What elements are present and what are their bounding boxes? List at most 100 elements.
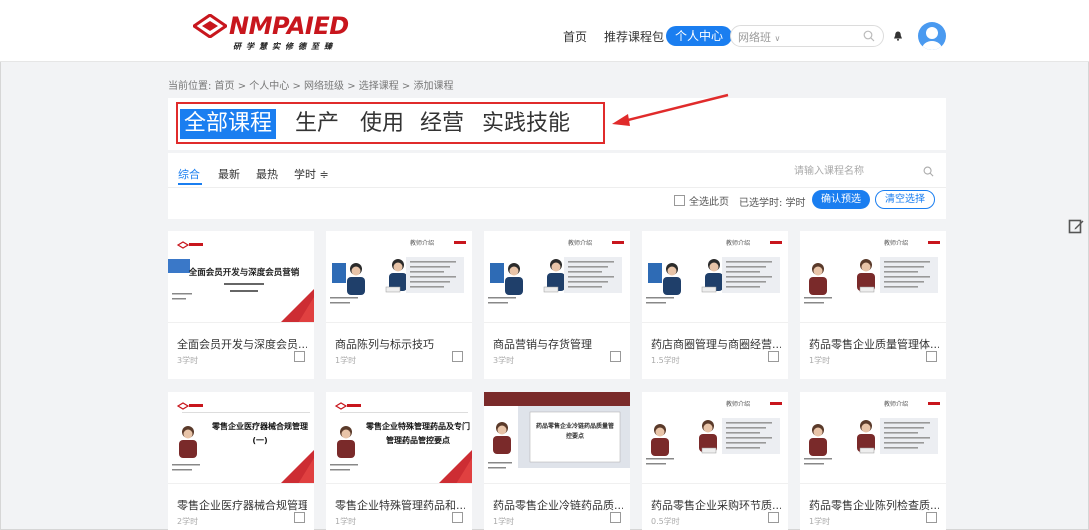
course-thumbnail[interactable]: 教师介绍 [800, 231, 946, 323]
checkbox-box[interactable] [674, 195, 685, 206]
filter-panel: 综合 最新 最热 学时 ≑ 请输入课程名称 全选此页 已选学时: 学时 确认预选… [168, 153, 946, 219]
logo-text: NMPAIED [229, 12, 349, 40]
course-title[interactable]: 药品零售企业采购环节质... [651, 497, 781, 513]
annotation-arrow-icon [612, 93, 729, 126]
category-operation[interactable]: 经营 [420, 109, 464, 139]
course-search-input[interactable]: 请输入课程名称 [780, 161, 940, 183]
course-title[interactable]: 药店商圈管理与商圈经营... [651, 336, 781, 352]
slide-text: 教师介绍 [884, 239, 908, 247]
tab-hours-sort[interactable]: 学时 ≑ [294, 166, 329, 182]
course-hours: 1学时 [335, 517, 357, 526]
slide-text: 教师介绍 [726, 400, 750, 408]
course-title[interactable]: 药品零售企业质量管理体... [809, 336, 939, 352]
course-card[interactable]: 零售企业特殊管理药品及专门管理药品管控要点零售企业特殊管理药品和... 1学时 [326, 392, 472, 530]
course-thumbnail[interactable]: 教师介绍 [642, 231, 788, 323]
course-thumbnail[interactable]: 零售企业特殊管理药品及专门管理药品管控要点 [326, 392, 472, 484]
course-card[interactable]: 教师介绍药品零售企业质量管理体... 1学时 [800, 231, 946, 379]
slide-title: 零售企业医疗器械合规管理 (一) [212, 422, 308, 445]
course-thumbnail[interactable]: 全面会员开发与深度会员营销 [168, 231, 314, 323]
chevron-down-icon: ∨ [774, 34, 781, 43]
course-title[interactable]: 药品零售企业陈列检查质... [809, 497, 939, 513]
select-page-label: 全选此页 [689, 197, 729, 208]
search-scope-value: 网络班 [738, 31, 771, 44]
user-icon [922, 27, 942, 50]
course-hours: 3学时 [493, 356, 515, 365]
course-card[interactable]: 教师介绍药品零售企业陈列检查质... 1学时 [800, 392, 946, 530]
slide-text: 全面会员开发与深度会员营销 [188, 267, 300, 278]
clear-selection-button[interactable]: 清空选择 [875, 190, 935, 209]
course-select-checkbox[interactable] [294, 512, 305, 523]
category-practical-skills[interactable]: 实践技能 [482, 109, 570, 139]
course-title[interactable]: 商品营销与存货管理 [493, 336, 623, 352]
slide-logo-icon [176, 402, 203, 410]
nav-home[interactable]: 首页 [563, 28, 587, 45]
course-hours: 3学时 [177, 356, 199, 365]
course-select-checkbox[interactable] [926, 351, 937, 362]
course-select-checkbox[interactable] [768, 351, 779, 362]
course-card[interactable]: 教师介绍药品零售企业采购环节质... 0.5学时 [642, 392, 788, 530]
site-logo[interactable]: NMPAIED 研学慧实修德至臻 [193, 12, 349, 51]
tab-newest[interactable]: 最新 [218, 166, 240, 182]
course-card[interactable]: 教师介绍商品营销与存货管理 3学时 [484, 231, 630, 379]
slide-text: 教师介绍 [726, 239, 750, 247]
category-use[interactable]: 使用 [360, 109, 404, 139]
course-select-checkbox[interactable] [294, 351, 305, 362]
course-title[interactable]: 零售企业特殊管理药品和... [335, 497, 465, 513]
course-search-placeholder: 请输入课程名称 [794, 166, 864, 177]
course-title[interactable]: 零售企业医疗器械合规管理 [177, 497, 307, 513]
course-thumbnail[interactable]: 教师介绍 [642, 392, 788, 484]
selected-hours-text: 已选学时: 学时 [739, 198, 806, 209]
nav-recommended-packages[interactable]: 推荐课程包 [604, 28, 664, 45]
logo-subtitle: 研学慧实修德至臻 [233, 42, 337, 51]
course-hours: 1学时 [335, 356, 357, 365]
search-icon[interactable] [863, 30, 875, 42]
slide-text: 教师介绍 [568, 239, 592, 247]
course-select-checkbox[interactable] [926, 512, 937, 523]
course-hours: 1学时 [809, 517, 831, 526]
course-hours: 1学时 [493, 517, 515, 526]
slide-logo-icon [176, 241, 203, 249]
tab-hottest[interactable]: 最热 [256, 166, 278, 182]
course-card[interactable]: 药品零售企业冷链药品质量管控要点药品零售企业冷链药品质... 1学时 [484, 392, 630, 530]
confirm-preselect-button[interactable]: 确认预选 [812, 190, 870, 209]
edit-icon[interactable] [1068, 218, 1084, 234]
course-thumbnail[interactable]: 药品零售企业冷链药品质量管控要点 [484, 392, 630, 484]
course-thumbnail[interactable]: 教师介绍 [326, 231, 472, 323]
header-search[interactable]: 网络班 ∨ [730, 25, 884, 47]
search-scope-select[interactable]: 网络班 ∨ [738, 29, 780, 45]
course-select-checkbox[interactable] [610, 351, 621, 362]
slide-text: 教师介绍 [410, 239, 434, 247]
course-select-checkbox[interactable] [768, 512, 779, 523]
course-select-checkbox[interactable] [452, 351, 463, 362]
select-page-checkbox[interactable]: 全选此页 [674, 193, 729, 208]
logo-diamond-icon [193, 14, 227, 38]
course-title[interactable]: 全面会员开发与深度会员... [177, 336, 307, 352]
course-title[interactable]: 商品陈列与标示技巧 [335, 336, 465, 352]
course-card[interactable]: 零售企业医疗器械合规管理 (一) 零售企业医疗器械合规管理 2学时 [168, 392, 314, 530]
course-hours: 1学时 [809, 356, 831, 365]
nav-personal-center[interactable]: 个人中心 [666, 26, 733, 46]
course-hours: 1.5学时 [651, 356, 680, 365]
top-header: NMPAIED 研学慧实修德至臻 首页 推荐课程包 个人中心 网络班 ∨ [0, 0, 1089, 62]
category-production[interactable]: 生产 [295, 109, 339, 139]
course-thumbnail[interactable]: 教师介绍 [484, 231, 630, 323]
search-icon[interactable] [923, 166, 934, 177]
bell-icon[interactable] [893, 31, 903, 41]
course-thumbnail[interactable]: 零售企业医疗器械合规管理 (一) [168, 392, 314, 484]
tab-comprehensive[interactable]: 综合 [178, 166, 200, 182]
user-avatar[interactable] [918, 22, 946, 50]
slide-title: 零售企业特殊管理药品及专门管理药品管控要点 [366, 422, 470, 445]
course-select-checkbox[interactable] [610, 512, 621, 523]
filter-divider [168, 187, 946, 188]
course-hours: 0.5学时 [651, 517, 680, 526]
slide-text: 教师介绍 [884, 400, 908, 408]
course-title[interactable]: 药品零售企业冷链药品质... [493, 497, 623, 513]
course-select-checkbox[interactable] [452, 512, 463, 523]
course-thumbnail[interactable]: 教师介绍 [800, 392, 946, 484]
course-card[interactable]: 全面会员开发与深度会员营销全面会员开发与深度会员... 3学时 [168, 231, 314, 379]
category-all[interactable]: 全部课程 [180, 109, 277, 139]
breadcrumb: 当前位置: 首页 > 个人中心 > 网络班级 > 选择课程 > 添加课程 [168, 81, 454, 92]
course-card[interactable]: 教师介绍商品陈列与标示技巧 1学时 [326, 231, 472, 379]
course-card[interactable]: 教师介绍药店商圈管理与商圈经营... 1.5学时 [642, 231, 788, 379]
slide-title: 药品零售企业冷链药品质量管控要点 [535, 423, 614, 440]
